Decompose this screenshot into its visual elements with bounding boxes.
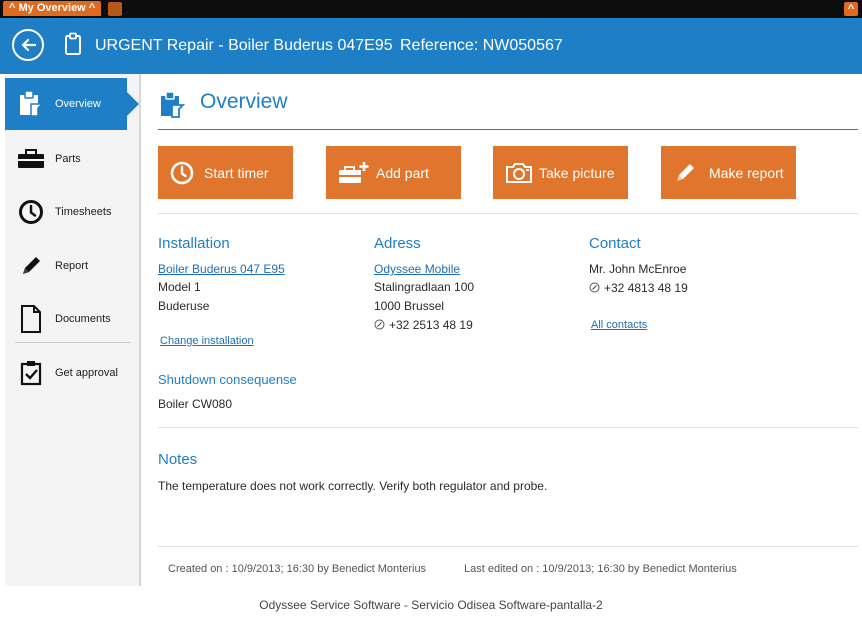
address-city: 1000 Brussel [374,299,445,313]
contact-name: Mr. John McEnroe [589,262,687,276]
camera-icon [506,162,532,183]
clipboard-icon [65,32,81,55]
installation-heading: Installation [158,235,230,252]
sidebar-divider [15,342,131,343]
sidebar-item-label: Timesheets [55,206,112,218]
all-contacts-link[interactable]: All contacts [591,319,647,331]
installation-name-link[interactable]: Boiler Buderus 047 E95 [158,262,285,276]
phone-icon [374,319,385,330]
title-divider [158,129,858,130]
image-caption: Odyssee Service Software - Servicio Odis… [259,598,603,612]
take-picture-label: Take picture [539,164,615,181]
sidebar-item-label: Parts [55,153,81,165]
address-street: Stalingradlaan 100 [374,280,475,294]
page-header-title: URGENT Repair - Boiler Buderus 047E95 [95,37,393,54]
sidebar-item-label: Get approval [55,367,118,379]
toolbox-add-icon [339,161,369,183]
created-on-text: Created on : 10/9/2013; 16:30 by Benedic… [168,563,427,575]
toolbox-icon [18,149,44,168]
footer-divider [158,546,858,547]
pencil-icon [23,257,40,274]
collapse-button[interactable]: ^ [844,2,858,16]
change-installation-link[interactable]: Change installation [160,335,254,347]
notes-heading: Notes [158,451,198,468]
start-timer-label: Start timer [204,164,269,181]
back-button[interactable] [12,29,44,61]
installation-brand: Buderuse [158,299,210,313]
page-title-text: Overview [200,90,288,113]
sidebar-item-label: Report [55,260,89,272]
installation-model: Model 1 [158,280,201,294]
clock-icon [170,161,194,184]
sidebar-item-get-approval[interactable]: Get approval [5,347,139,399]
address-phone-number: +32 2513 48 19 [389,318,473,332]
reference-number: Reference: NW050567 [400,37,563,54]
notes-text: The temperature does not work correctly.… [158,479,548,493]
make-report-button[interactable]: Make report [661,146,796,199]
add-part-label: Add part [376,164,429,181]
clipboard-icon [161,91,186,118]
arrow-left-icon [21,38,36,52]
header-bar: URGENT Repair - Boiler Buderus 047E95 Re… [0,18,862,74]
sidebar-item-overview[interactable]: Overview [5,78,139,130]
document-icon [21,305,41,333]
take-picture-button[interactable]: Take picture [493,146,628,199]
make-report-label: Make report [709,164,784,181]
clipboard-icon [20,90,44,117]
sidebar-item-timesheets[interactable]: Timesheets [5,186,139,238]
top-tab-bar: ^ My Overview ^ ^ [0,0,862,18]
last-edited-text: Last edited on : 10/9/2013; 16:30 by Ben… [464,563,737,575]
phone-icon [589,282,600,293]
shutdown-value: Boiler CW080 [158,397,233,411]
contact-heading: Contact [589,235,641,252]
sidebar: Overview Parts Timesheets Report Documen… [5,74,141,586]
sidebar-item-label: Overview [55,98,101,110]
contact-phone: +32 4813 48 19 [589,281,688,295]
add-part-button[interactable]: Add part [326,146,461,199]
actions-divider [158,213,858,214]
address-company-link[interactable]: Odyssee Mobile [374,262,460,276]
checklist-icon [20,361,42,386]
clock-icon [19,200,43,224]
sidebar-item-label: Documents [55,313,111,325]
address-heading: Adress [374,235,421,252]
tab-close-icon[interactable] [108,2,122,16]
my-overview-tab[interactable]: ^ My Overview ^ [3,1,102,16]
start-timer-button[interactable]: Start timer [158,146,293,199]
address-phone: +32 2513 48 19 [374,318,473,332]
sidebar-item-documents[interactable]: Documents [5,293,139,345]
shutdown-heading: Shutdown consequense [158,372,297,387]
shutdown-divider [158,427,858,428]
contact-phone-number: +32 4813 48 19 [604,281,688,295]
sidebar-item-report[interactable]: Report [5,240,139,292]
sidebar-item-parts[interactable]: Parts [5,133,139,185]
pencil-icon [677,163,694,181]
